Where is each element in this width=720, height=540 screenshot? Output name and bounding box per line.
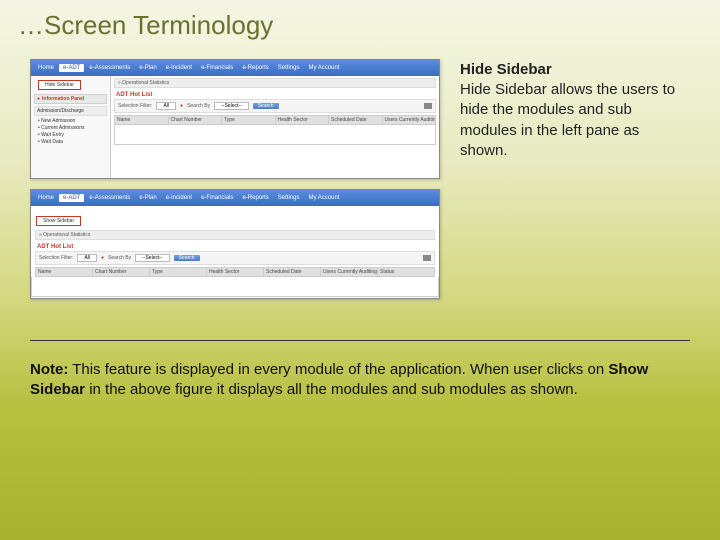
screenshot-with-sidebar: Home e-ADT e-Assessments e-Plan e-Incide… <box>30 59 440 179</box>
hide-sidebar-button[interactable]: Hide Sidebar <box>38 80 81 90</box>
search-by-label: Search By <box>187 103 210 109</box>
col-header[interactable]: Type <box>222 116 276 124</box>
section-bar: » Operational Statistics <box>35 230 435 240</box>
menu-item[interactable]: Home <box>34 194 58 202</box>
sidebar-section-header[interactable]: Information Panel <box>34 94 107 104</box>
menu-item[interactable]: e-Incident <box>162 194 196 202</box>
menu-item[interactable]: e-Financials <box>197 194 237 202</box>
print-icon[interactable] <box>423 255 431 261</box>
col-header[interactable]: Scheduled Date <box>264 268 321 276</box>
sidebar: Hide Sidebar Information Panel Admission… <box>31 76 111 178</box>
menu-item[interactable]: e-ADT <box>59 194 84 202</box>
menu-item[interactable]: Home <box>34 64 58 72</box>
col-header[interactable]: Users Currently Auditing <box>383 116 436 124</box>
print-icon[interactable] <box>424 103 432 109</box>
section-bar: » Operational Statistics <box>114 78 436 88</box>
menu-item[interactable]: e-Incident <box>162 64 196 72</box>
search-by-select[interactable]: --Select-- <box>214 102 249 110</box>
sidebar-link[interactable]: New Admission <box>38 117 107 124</box>
note-text-2: in the above figure it displays all the … <box>85 381 578 398</box>
col-header[interactable]: Chart Number <box>93 268 150 276</box>
sidebar-link[interactable]: Wait Data <box>38 138 107 145</box>
menubar-b: Home e-ADT e-Assessments e-Plan e-Incide… <box>31 190 439 206</box>
grid-header: Name Chart Number Type Health Sector Sch… <box>35 267 435 277</box>
desc-heading: Hide Sidebar <box>460 61 690 78</box>
col-header[interactable]: Type <box>150 268 207 276</box>
filter-select[interactable]: All <box>156 102 176 110</box>
search-by-label: Search By <box>108 255 131 261</box>
search-by-select[interactable]: --Select-- <box>135 254 170 262</box>
col-header[interactable]: Name <box>115 116 169 124</box>
col-header[interactable]: Health Sector <box>276 116 330 124</box>
sidebar-link[interactable]: Current Admissions <box>38 124 107 131</box>
menu-item[interactable]: e-Plan <box>135 64 160 72</box>
divider <box>30 340 690 341</box>
menu-item[interactable]: e-Reports <box>238 194 272 202</box>
filter-label: Selection Filter: <box>39 255 73 261</box>
menu-item[interactable]: e-Reports <box>238 64 272 72</box>
filter-row: Selection Filter: All ● Search By --Sele… <box>114 99 436 113</box>
dot-icon: ● <box>101 255 104 261</box>
filter-select[interactable]: All <box>77 254 97 262</box>
page-title: …Screen Terminology <box>0 0 720 41</box>
col-header[interactable]: Chart Number <box>169 116 223 124</box>
menu-item[interactable]: e-Plan <box>135 194 160 202</box>
note-label: Note: <box>30 361 68 378</box>
menubar-a: Home e-ADT e-Assessments e-Plan e-Incide… <box>31 60 439 76</box>
show-sidebar-button[interactable]: Show Sidebar <box>36 216 81 226</box>
grid-header: Name Chart Number Type Health Sector Sch… <box>114 115 436 125</box>
col-header[interactable]: Health Sector <box>207 268 264 276</box>
grid-body <box>31 277 439 297</box>
menu-item[interactable]: e-Financials <box>197 64 237 72</box>
screenshots-column: Home e-ADT e-Assessments e-Plan e-Incide… <box>30 59 440 309</box>
main-pane-a: » Operational Statistics ADT Hot List Se… <box>111 76 439 178</box>
menu-item[interactable]: My Account <box>304 64 343 72</box>
col-header[interactable]: Users Currently Auditing <box>321 268 378 276</box>
menu-item[interactable]: e-Assessments <box>85 64 134 72</box>
menu-item[interactable]: e-Assessments <box>85 194 134 202</box>
main-pane-b: Show Sidebar » Operational Statistics AD… <box>31 206 439 298</box>
hotlist-title: ADT Hot List <box>114 91 436 99</box>
note-text-1: This feature is displayed in every modul… <box>68 361 608 378</box>
sidebar-link[interactable]: Wait Entry <box>38 131 107 138</box>
menu-item[interactable]: e-ADT <box>59 64 84 72</box>
desc-body: Hide Sidebar allows the users to hide th… <box>460 80 690 161</box>
search-button[interactable]: Search <box>253 103 279 109</box>
dot-icon: ● <box>180 103 183 109</box>
description-column: Hide Sidebar Hide Sidebar allows the use… <box>460 59 690 309</box>
search-button[interactable]: Search <box>174 255 200 261</box>
filter-label: Selection Filter: <box>118 103 152 109</box>
filter-row: Selection Filter: All ● Search By --Sele… <box>35 251 435 265</box>
grid-body <box>114 125 436 145</box>
menu-item[interactable]: My Account <box>304 194 343 202</box>
col-header[interactable]: Status <box>378 268 434 276</box>
screenshot-without-sidebar: Home e-ADT e-Assessments e-Plan e-Incide… <box>30 189 440 299</box>
col-header[interactable]: Scheduled Date <box>329 116 383 124</box>
menu-item[interactable]: Settings <box>274 64 304 72</box>
hotlist-title: ADT Hot List <box>35 243 435 251</box>
note-block: Note: This feature is displayed in every… <box>30 360 690 401</box>
col-header[interactable]: Name <box>36 268 93 276</box>
menu-item[interactable]: Settings <box>274 194 304 202</box>
sidebar-subsection[interactable]: Admission/Discharge <box>34 106 107 116</box>
